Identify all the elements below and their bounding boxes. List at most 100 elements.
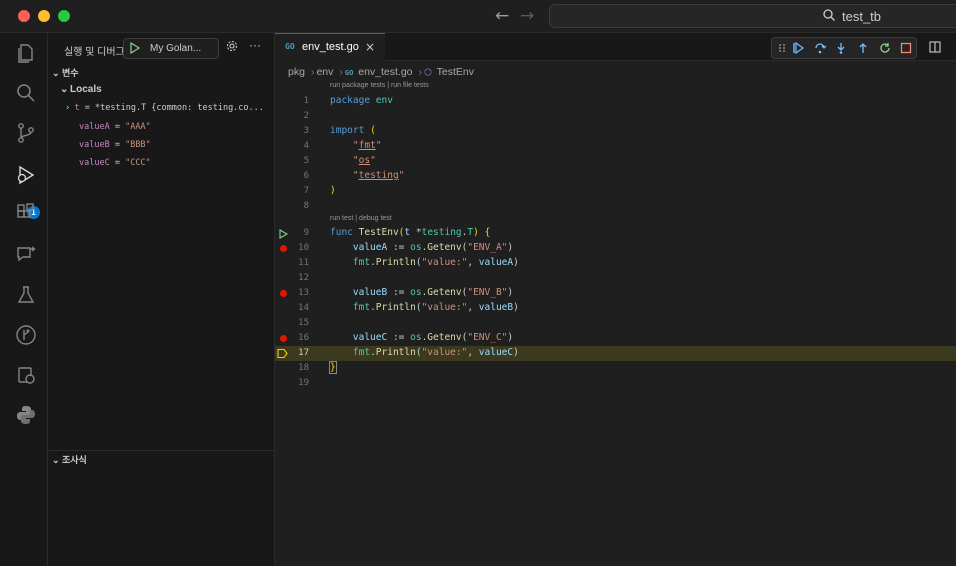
line-number: 4 [303,141,309,151]
maximize-window-button[interactable] [58,10,70,22]
breadcrumb-item[interactable]: TestEnv [437,66,474,78]
explorer-icon[interactable] [14,41,38,65]
step-over-icon[interactable] [814,42,826,54]
code-line: 14 fmt.Println("value:", valueB) [275,301,956,316]
variables-section-header[interactable]: ⌄ 변수 [52,66,79,79]
line-number: 3 [303,126,309,136]
search-icon [823,9,835,21]
chevron-down-icon: ⌄ [52,68,60,78]
testing-icon[interactable] [14,283,38,307]
continue-icon[interactable] [792,42,804,54]
restart-icon[interactable] [879,42,891,54]
code-line: 12 [275,271,956,286]
line-number: 11 [298,258,309,268]
chevron-right-icon: › [339,66,343,78]
code-text: } [329,361,337,374]
line-number: 1 [303,96,309,106]
code-text: valueA := os.Getenv("ENV_A") [352,242,514,253]
code-line: 7 ) [275,184,956,199]
code-line: 4 "fmt" [275,139,956,154]
close-icon[interactable]: × [365,40,375,54]
codelens-package-tests[interactable]: run package tests | run file tests [330,82,429,89]
line-number: 5 [303,156,309,166]
line-number: 7 [303,186,309,196]
debug-configuration-label: My Golan... [150,43,202,54]
code-line: 15 [275,316,956,331]
line-number: 12 [298,273,309,283]
code-line: 11 fmt.Println("value:", valueA) [275,256,956,271]
code-line: 1 package env [275,94,956,109]
line-number: 15 [298,318,309,328]
remote-explorer-icon[interactable] [14,363,38,387]
chat-icon[interactable] [14,242,38,266]
more-actions-icon[interactable]: ··· [249,38,261,52]
code-line: 18 } [275,361,956,376]
breadcrumb-item[interactable]: env [316,66,333,78]
chevron-right-icon: › [418,66,423,78]
code-text: import ( [330,125,376,136]
tab-label: env_test.go [302,41,359,53]
variable-row-t[interactable]: › t = *testing.T {common: testing.co... [66,103,264,113]
line-number: 13 [298,288,309,298]
line-number: 10 [298,243,309,253]
step-out-icon[interactable] [857,42,869,54]
step-into-icon[interactable] [835,42,847,54]
section-divider [48,450,274,451]
code-line: 13 valueB := os.Getenv("ENV_B") [275,286,956,301]
start-debugging-icon[interactable] [129,42,140,54]
stop-icon[interactable] [900,42,912,54]
line-number: 16 [298,333,309,343]
forward-arrow-icon[interactable]: → [520,6,534,26]
command-center-search[interactable]: test_tb [549,4,956,28]
split-editor-icon[interactable] [929,41,941,53]
variable-row-valueA[interactable]: valueA = "AAA" [79,122,151,132]
code-text: "os" [352,155,376,166]
breadcrumb-item[interactable]: pkg [288,66,305,78]
go-file-icon: GO [285,42,295,51]
run-debug-sidebar: 실행 및 디버그 My Golan... ··· ⌄ 변수 ⌄ Locals › t… [48,33,275,566]
extensions-icon[interactable] [14,201,38,225]
debug-configuration-select[interactable]: My Golan... [123,38,219,59]
editor-area: GO env_test.go × pkg › env › GO env_test.go ›… [275,33,956,566]
git-graph-icon[interactable] [14,323,38,347]
codelens-run-debug-test[interactable]: run test | debug test [330,215,392,222]
variable-row-valueB[interactable]: valueB = "BBB" [79,140,151,150]
back-arrow-icon[interactable]: ← [495,6,509,26]
title-bar: ← → test_tb [0,0,956,33]
breadcrumb: pkg › env › GO env_test.go › ⬡ TestEnv [288,66,476,78]
line-number: 17 [298,348,309,358]
drag-handle-icon[interactable] [776,42,788,54]
code-text: fmt.Println("value:", valueA) [352,257,519,268]
source-control-icon[interactable] [14,121,38,145]
code-line: 16 valueC := os.Getenv("ENV_C") [275,331,956,346]
code-line: 6 "testing" [275,169,956,184]
minimize-window-button[interactable] [38,10,50,22]
code-line: 8 [275,199,956,214]
line-number: 2 [303,111,309,121]
code-text: func TestEnv(t *testing.T) { [330,227,491,238]
code-text: "testing" [352,170,405,181]
current-execution-line: 17 fmt.Println("value:", valueC) [275,346,956,361]
go-file-icon: GO [344,69,354,77]
variable-row-valueC[interactable]: valueC = "CCC" [79,158,151,168]
activity-bar: 1 [0,33,48,566]
locals-scope[interactable]: ⌄ Locals [60,84,102,95]
line-number: 8 [303,201,309,211]
breadcrumb-item[interactable]: env_test.go [358,66,412,78]
line-number: 19 [298,378,309,388]
run-debug-title: 실행 및 디버그 [64,47,125,58]
tab-env-test-go[interactable]: GO env_test.go × [275,33,385,61]
line-number: 6 [303,171,309,181]
watch-section-header[interactable]: ⌄ 조사식 [52,453,87,466]
code-line: 3 import ( [275,124,956,139]
code-text: fmt.Println("value:", valueB) [352,302,519,313]
gear-icon[interactable] [226,40,238,52]
code-text: ) [330,185,336,196]
run-debug-icon[interactable] [14,163,38,187]
close-window-button[interactable] [18,10,30,22]
debug-toolbar [771,37,917,59]
search-icon[interactable] [14,81,38,105]
code-line: 9 func TestEnv(t *testing.T) { [275,226,956,241]
code-text: fmt.Println("value:", valueC) [352,347,519,358]
python-icon[interactable] [14,403,38,427]
